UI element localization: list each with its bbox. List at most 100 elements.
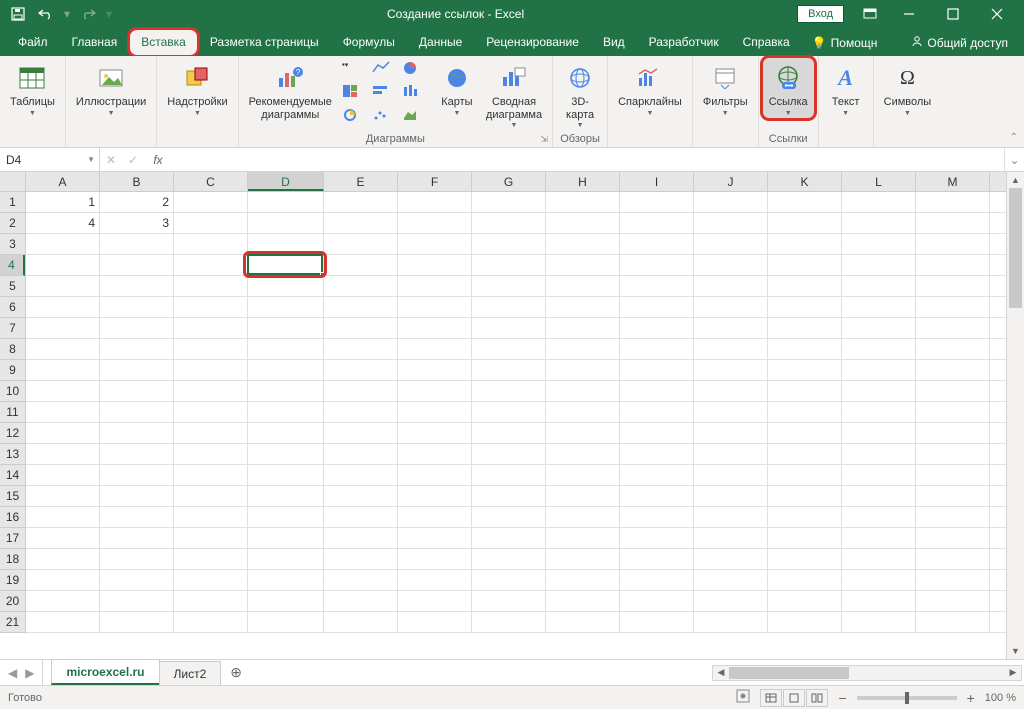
cell[interactable]	[768, 402, 842, 422]
cell[interactable]	[472, 402, 546, 422]
cell[interactable]	[620, 213, 694, 233]
row-header[interactable]: 12	[0, 423, 25, 444]
cell[interactable]	[768, 234, 842, 254]
horizontal-scrollbar[interactable]: ◀ ▶	[712, 665, 1022, 681]
cell[interactable]	[620, 339, 694, 359]
cell[interactable]	[398, 339, 472, 359]
cell[interactable]	[842, 297, 916, 317]
cell[interactable]	[842, 402, 916, 422]
cell[interactable]	[100, 549, 174, 569]
cell[interactable]	[916, 234, 990, 254]
cell[interactable]	[916, 381, 990, 401]
cell[interactable]	[398, 549, 472, 569]
3dmap-button[interactable]: 3D- карта▼	[557, 58, 603, 130]
page-break-view-icon[interactable]	[806, 689, 828, 707]
row-header[interactable]: 6	[0, 297, 25, 318]
combo-chart-icon[interactable]	[342, 108, 370, 130]
cell[interactable]	[472, 486, 546, 506]
close-button[interactable]	[976, 0, 1018, 28]
row-header[interactable]: 4	[0, 255, 25, 276]
cell[interactable]	[398, 360, 472, 380]
cell[interactable]	[248, 360, 324, 380]
cell[interactable]	[248, 423, 324, 443]
cell[interactable]	[174, 360, 248, 380]
cell[interactable]	[472, 297, 546, 317]
cell[interactable]	[546, 507, 620, 527]
cell[interactable]	[26, 612, 100, 632]
page-layout-view-icon[interactable]	[783, 689, 805, 707]
cell[interactable]	[398, 570, 472, 590]
cell[interactable]	[174, 570, 248, 590]
sheet-tab-active[interactable]: microexcel.ru	[51, 659, 159, 685]
cell[interactable]	[174, 255, 248, 275]
cell[interactable]	[768, 423, 842, 443]
zoom-level[interactable]: 100 %	[985, 692, 1016, 704]
select-all-corner[interactable]	[0, 172, 26, 192]
cell[interactable]	[546, 444, 620, 464]
cell[interactable]	[324, 507, 398, 527]
text-button[interactable]: A Текст▼	[823, 58, 869, 118]
cell[interactable]	[324, 381, 398, 401]
column-header[interactable]: M	[916, 172, 990, 191]
cell[interactable]	[398, 444, 472, 464]
pie-chart-icon[interactable]	[402, 60, 430, 82]
cell[interactable]	[694, 276, 768, 296]
tab-home[interactable]: Главная	[60, 29, 130, 56]
cell[interactable]	[842, 423, 916, 443]
row-header[interactable]: 19	[0, 570, 25, 591]
cell[interactable]	[174, 549, 248, 569]
save-icon[interactable]	[6, 3, 30, 25]
column-header[interactable]: F	[398, 172, 472, 191]
cell[interactable]	[26, 591, 100, 611]
cell[interactable]	[472, 381, 546, 401]
cell[interactable]	[248, 339, 324, 359]
cell[interactable]	[694, 612, 768, 632]
cell[interactable]	[324, 318, 398, 338]
cell[interactable]	[100, 591, 174, 611]
cell[interactable]	[694, 507, 768, 527]
cell[interactable]	[398, 402, 472, 422]
sheet-tab-2[interactable]: Лист2	[159, 661, 222, 685]
cell[interactable]	[546, 192, 620, 212]
column-header[interactable]: A	[26, 172, 100, 191]
cell[interactable]	[546, 423, 620, 443]
cell[interactable]	[398, 276, 472, 296]
cell[interactable]	[248, 528, 324, 548]
cell[interactable]	[620, 507, 694, 527]
cell[interactable]	[472, 423, 546, 443]
cell[interactable]	[546, 402, 620, 422]
cell[interactable]	[174, 381, 248, 401]
cell[interactable]	[620, 297, 694, 317]
cell[interactable]	[26, 486, 100, 506]
tab-formulas[interactable]: Формулы	[331, 29, 407, 56]
cell[interactable]	[620, 591, 694, 611]
cell[interactable]	[916, 423, 990, 443]
cell[interactable]	[546, 360, 620, 380]
share-button[interactable]: Общий доступ	[901, 29, 1018, 56]
stats-chart-icon[interactable]	[402, 84, 430, 106]
cell[interactable]	[174, 423, 248, 443]
qat-dropdown-icon[interactable]: ▾	[106, 7, 112, 21]
cell[interactable]	[694, 234, 768, 254]
cell[interactable]	[324, 234, 398, 254]
cells[interactable]: 1243	[26, 192, 1006, 659]
cell[interactable]	[546, 213, 620, 233]
formula-bar[interactable]	[172, 148, 1004, 171]
cell[interactable]	[174, 192, 248, 212]
cell[interactable]	[174, 612, 248, 632]
cell[interactable]	[26, 276, 100, 296]
hscroll-thumb[interactable]	[729, 667, 849, 679]
cell[interactable]: 3	[100, 213, 174, 233]
tab-developer[interactable]: Разработчик	[637, 29, 731, 56]
zoom-in-icon[interactable]: +	[967, 690, 975, 706]
cell[interactable]	[694, 570, 768, 590]
cell[interactable]	[546, 381, 620, 401]
macro-record-icon[interactable]	[736, 689, 750, 706]
cell[interactable]: 2	[100, 192, 174, 212]
cell[interactable]	[174, 339, 248, 359]
cell[interactable]	[768, 570, 842, 590]
cell[interactable]	[472, 549, 546, 569]
undo-icon[interactable]	[34, 3, 58, 25]
cell[interactable]	[916, 486, 990, 506]
cell[interactable]	[248, 318, 324, 338]
